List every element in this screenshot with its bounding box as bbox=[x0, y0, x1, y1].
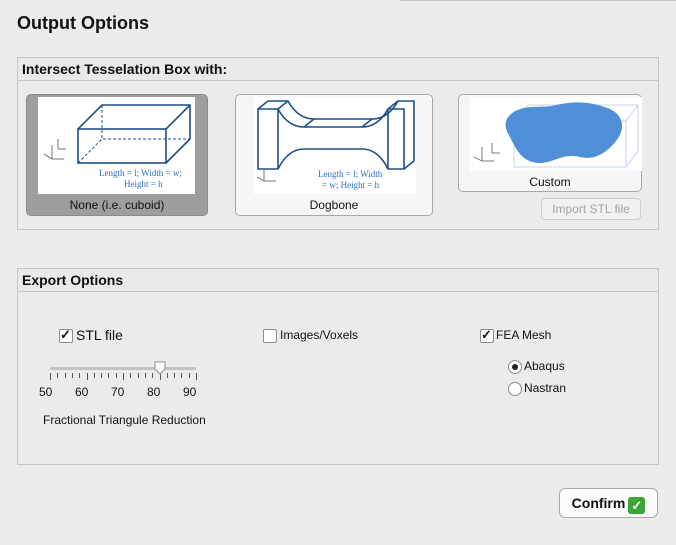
slider-tick-70: 70 bbox=[111, 385, 125, 399]
slider-tick-mark bbox=[144, 373, 146, 378]
dogbone-caption-2: = w; Height = h bbox=[322, 180, 380, 190]
custom-shape-icon bbox=[470, 97, 642, 171]
slider-tick-mark bbox=[86, 373, 88, 380]
dogbone-caption-1: Length = l; Width bbox=[318, 169, 383, 179]
slider-tick-mark bbox=[101, 373, 103, 378]
slider-ticks bbox=[50, 373, 197, 381]
slider-tick-mark bbox=[130, 373, 132, 378]
intersect-heading: Intersect Tesselation Box with: bbox=[18, 58, 658, 81]
slider-tick-mark bbox=[71, 373, 73, 378]
check-mark-icon: ✓ bbox=[628, 497, 646, 514]
import-stl-button[interactable]: Import STL file bbox=[541, 198, 641, 220]
cuboid-caption-2: Height = h bbox=[124, 179, 163, 189]
slider-tick-mark bbox=[57, 373, 59, 378]
stl-file-label: STL file bbox=[76, 327, 123, 343]
slider-caption: Fractional Triangule Reduction bbox=[43, 413, 206, 427]
export-panel: Export Options STL file Images/Voxels FE… bbox=[17, 268, 659, 465]
slider-tick-mark bbox=[79, 373, 81, 378]
stl-file-checkbox[interactable] bbox=[59, 327, 73, 343]
page-title: Output Options bbox=[17, 13, 149, 33]
slider-tick-mark bbox=[181, 373, 183, 378]
fea-mesh-checkbox[interactable] bbox=[480, 327, 494, 343]
abaqus-radio[interactable] bbox=[508, 360, 522, 374]
abaqus-label: Abaqus bbox=[524, 359, 565, 373]
slider-tick-mark bbox=[115, 373, 117, 378]
cuboid-caption-1: Length = l; Width = w; bbox=[99, 168, 182, 178]
shape-none-label: None (i.e. cuboid) bbox=[69, 198, 165, 212]
nastran-radio[interactable] bbox=[508, 382, 522, 396]
slider-tick-mark bbox=[108, 373, 110, 378]
slider-tick-mark bbox=[93, 373, 95, 378]
shape-custom-label: Custom bbox=[529, 175, 571, 189]
slider-tick-50: 50 bbox=[39, 385, 53, 399]
slider-tick-mark bbox=[50, 373, 51, 380]
cuboid-diagram-icon: Length = l; Width = w; Height = h bbox=[38, 97, 195, 194]
slider-tick-mark bbox=[174, 373, 176, 378]
slider-tick-80: 80 bbox=[147, 385, 161, 399]
slider-tick-90: 90 bbox=[183, 385, 197, 399]
top-divider bbox=[400, 0, 676, 1]
slider-tick-mark bbox=[188, 373, 190, 378]
slider-track bbox=[50, 367, 196, 370]
confirm-label: Confirm bbox=[571, 495, 626, 511]
images-voxels-label: Images/Voxels bbox=[280, 328, 359, 342]
slider-tick-mark bbox=[64, 373, 66, 378]
reduction-slider[interactable] bbox=[50, 361, 197, 383]
nastran-label: Nastran bbox=[524, 381, 567, 395]
confirm-button[interactable]: Confirm ✓ bbox=[559, 488, 658, 518]
slider-tick-mark bbox=[123, 373, 124, 380]
slider-tick-mark bbox=[166, 373, 168, 378]
slider-tick-60: 60 bbox=[75, 385, 89, 399]
slider-tick-mark bbox=[137, 373, 139, 378]
shape-dogbone-label: Dogbone bbox=[309, 198, 359, 212]
fea-mesh-label: FEA Mesh bbox=[496, 328, 552, 342]
slider-thumb[interactable] bbox=[154, 361, 166, 375]
export-heading: Export Options bbox=[18, 269, 658, 292]
shape-none-button[interactable]: Length = l; Width = w; Height = h None (… bbox=[26, 94, 208, 216]
shape-dogbone-button[interactable]: Length = l; Width = w; Height = h Dogbon… bbox=[235, 94, 433, 216]
shape-custom-button[interactable]: Custom bbox=[458, 94, 642, 192]
images-voxels-checkbox[interactable] bbox=[263, 329, 277, 343]
dogbone-diagram-icon: Length = l; Width = w; Height = h bbox=[254, 97, 416, 194]
slider-tick-mark bbox=[196, 373, 197, 380]
intersect-panel: Intersect Tesselation Box with: Length =… bbox=[17, 57, 659, 230]
